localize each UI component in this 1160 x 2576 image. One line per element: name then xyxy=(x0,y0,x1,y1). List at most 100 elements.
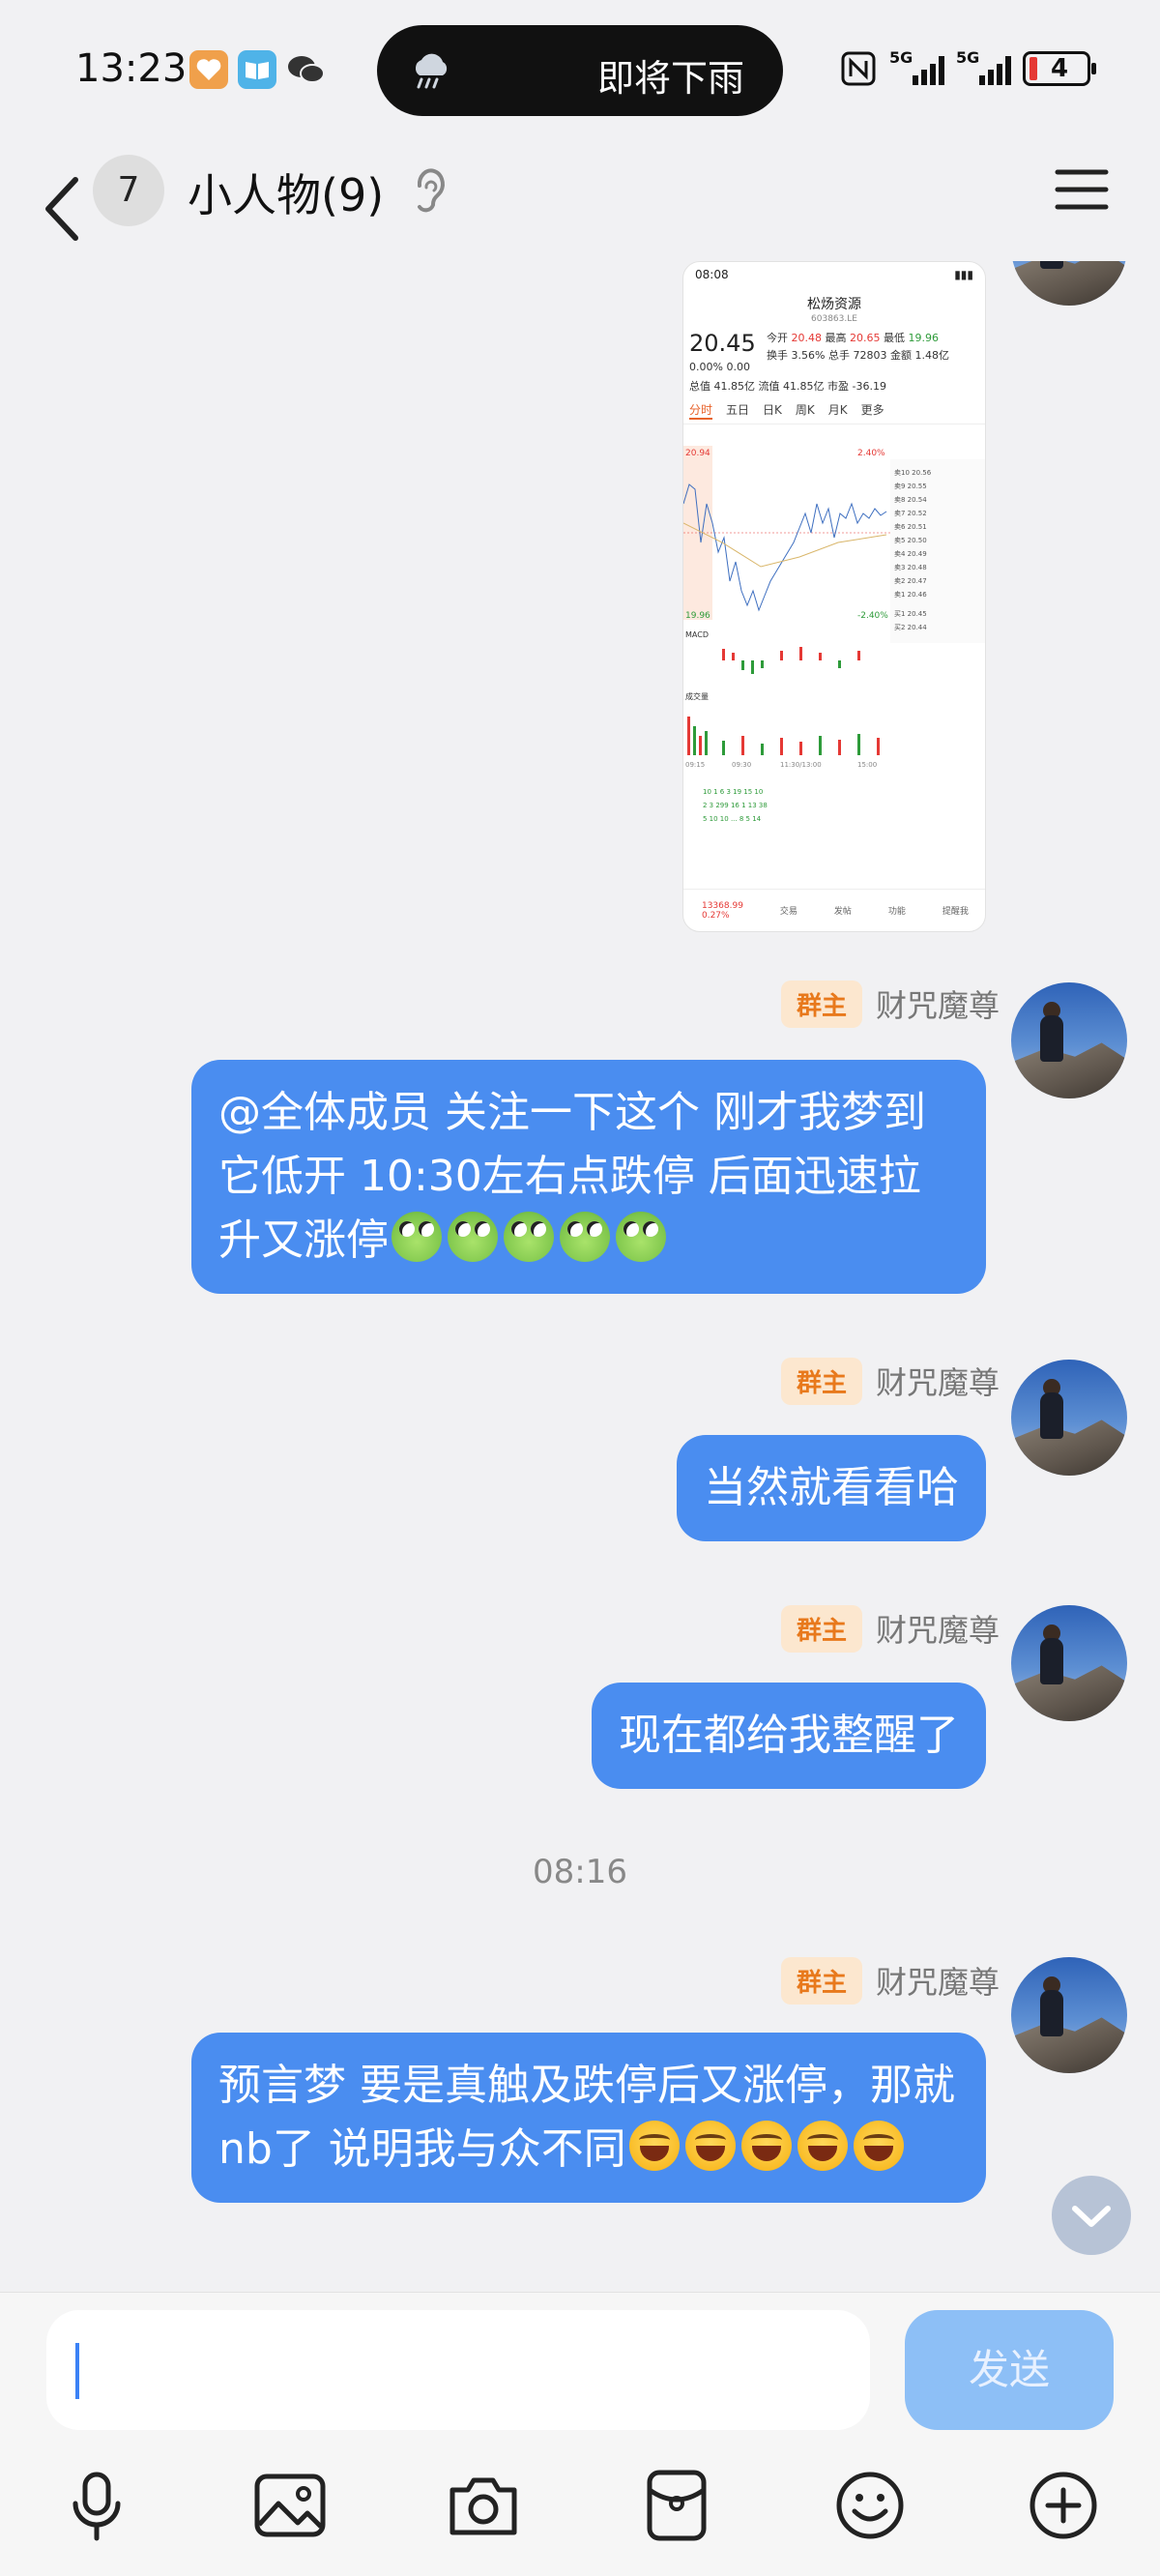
svg-text:卖10 20.56: 卖10 20.56 xyxy=(894,469,932,477)
stock-screenshot-image[interactable]: 08:08 ▮▮▮ 松炀资源 603863.LE 20.45 今开 20.48 … xyxy=(682,261,986,932)
sender-row: 群主 财咒魔尊 xyxy=(780,980,1000,1028)
chart-volume-label: 成交量 xyxy=(685,691,709,701)
svg-text:卖3 20.48: 卖3 20.48 xyxy=(894,564,927,571)
chart-tab: 更多 xyxy=(860,403,884,417)
chart-time-1: 09:30 xyxy=(732,761,751,769)
stock-name: 松炀资源 xyxy=(807,297,861,312)
message-bubble[interactable]: @全体成员 关注一下这个 刚才我梦到它低开 10:30左右点跌停 后面迅速拉升又… xyxy=(191,1060,986,1294)
role-badge: 群主 xyxy=(780,1357,862,1405)
svg-text:卖8 20.54: 卖8 20.54 xyxy=(894,496,927,504)
status-right: 5G 5G 4 xyxy=(839,46,1096,91)
input-bar: 发送 xyxy=(0,2292,1160,2576)
sender-name[interactable]: 财咒魔尊 xyxy=(876,1958,1000,2003)
chart-low-label: 19.96 xyxy=(685,611,710,621)
grin-emoji-icon xyxy=(626,2121,907,2174)
chat-header: 7 小人物(9) xyxy=(0,145,1160,271)
ear-icon[interactable] xyxy=(410,166,449,219)
message-bubble[interactable]: 当然就看看哈 xyxy=(677,1435,986,1541)
sender-row: 群主 财咒魔尊 xyxy=(780,1956,1000,2005)
dynamic-island: 即将下雨 xyxy=(377,25,783,116)
rain-cloud-icon xyxy=(415,53,448,89)
stock-quote: 20.45 今开 20.48 最高 20.65 最低 19.96 0.00% 0… xyxy=(683,328,985,397)
screenshot-time: 08:08 xyxy=(695,268,729,281)
svg-text:5 10 10 ... 8 5 14: 5 10 10 ... 8 5 14 xyxy=(703,815,762,823)
scroll-to-bottom-button[interactable] xyxy=(1052,2176,1131,2255)
sender-name[interactable]: 财咒魔尊 xyxy=(876,1359,1000,1403)
wechat-icon xyxy=(286,50,325,89)
frog-emoji-icon xyxy=(389,1212,669,1265)
svg-text:10 1 6 3 19 15 10: 10 1 6 3 19 15 10 xyxy=(703,788,763,796)
avatar[interactable] xyxy=(1011,1360,1127,1476)
back-button[interactable] xyxy=(39,170,87,248)
role-badge: 群主 xyxy=(780,980,862,1028)
chart-tab: 周K xyxy=(795,403,815,417)
avatar[interactable] xyxy=(1011,1605,1127,1721)
sender-name[interactable]: 财咒魔尊 xyxy=(876,981,1000,1026)
message-bubble[interactable]: 预言梦 要是真触及跌停后又涨停，那就nb了 说明我与众不同 xyxy=(191,2033,986,2203)
stock-price: 20.45 xyxy=(689,330,756,357)
plus-icon[interactable] xyxy=(1023,2465,1104,2546)
quote-cap: 总值 41.85亿 流值 41.85亿 市盈 -36.19 xyxy=(689,380,886,393)
svg-text:买1 20.45: 买1 20.45 xyxy=(894,610,927,618)
signal-label-1: 5G xyxy=(889,48,914,67)
camera-icon[interactable] xyxy=(443,2465,524,2546)
signal-label-2: 5G xyxy=(956,48,980,67)
chart-tabs: 分时 五日 日K 周K 月K 更多 xyxy=(683,397,985,424)
avatar[interactable] xyxy=(1011,1957,1127,2073)
svg-text:卖9 20.55: 卖9 20.55 xyxy=(894,483,927,490)
bottom-tab: 发帖 xyxy=(833,907,852,917)
battery-icon: 4 xyxy=(1023,51,1096,86)
message-text: 现在都给我整醒了 xyxy=(619,1711,959,1760)
signal-icon: 5G xyxy=(889,48,944,85)
screenshot-signal: ▮▮▮ xyxy=(954,268,973,281)
macd-bars xyxy=(722,647,860,674)
svg-text:卖7 20.52: 卖7 20.52 xyxy=(894,510,927,517)
heart-app-icon xyxy=(189,50,228,89)
svg-text:卖1 20.46: 卖1 20.46 xyxy=(894,591,927,599)
nfc-icon xyxy=(841,51,876,86)
svg-text:卖4 20.49: 卖4 20.49 xyxy=(894,550,927,558)
red-packet-icon[interactable] xyxy=(636,2465,717,2546)
book-app-icon xyxy=(238,50,276,89)
chart-high-label: 20.94 xyxy=(685,449,710,458)
chevron-down-icon xyxy=(1072,2206,1111,2227)
chart-tab: 日K xyxy=(763,403,782,417)
svg-text:卖2 20.47: 卖2 20.47 xyxy=(894,577,927,585)
text-caret xyxy=(75,2343,79,2399)
image-icon[interactable] xyxy=(249,2465,331,2546)
battery-level: 4 xyxy=(1051,54,1069,83)
signal-icon-2: 5G xyxy=(956,48,1011,85)
chart-time-2: 11:30/13:00 xyxy=(780,761,822,769)
chat-title[interactable]: 小人物(9) xyxy=(188,161,384,224)
role-badge: 群主 xyxy=(780,1956,862,2005)
avatar[interactable] xyxy=(1011,982,1127,1098)
status-time: 13:23 xyxy=(75,46,188,91)
chart-tab: 五日 xyxy=(726,403,750,417)
send-button[interactable]: 发送 xyxy=(905,2310,1114,2430)
chart-tab: 月K xyxy=(827,403,848,417)
message-text: 当然就看看哈 xyxy=(704,1463,959,1512)
quote-change: 0.00% 0.00 xyxy=(689,361,750,373)
role-badge: 群主 xyxy=(780,1604,862,1653)
index-value: 13368.99 0.27% xyxy=(701,900,743,921)
stock-title: 松炀资源 603863.LE xyxy=(683,295,985,328)
bottom-tab: 提醒我 xyxy=(942,907,969,917)
emoji-icon[interactable] xyxy=(829,2465,911,2546)
svg-text:卖6 20.51: 卖6 20.51 xyxy=(894,523,927,531)
sender-row: 群主 财咒魔尊 xyxy=(780,1357,1000,1405)
chart-time-3: 15:00 xyxy=(857,761,877,769)
status-bar: 13:23 即将下雨 5G 5G 4 xyxy=(0,0,1160,145)
sender-row: 群主 财咒魔尊 xyxy=(780,1604,1000,1653)
quote-open: 今开 20.48 最高 20.65 最低 19.96 xyxy=(767,332,939,344)
screenshot-status-bar: 08:08 ▮▮▮ xyxy=(683,262,985,295)
unread-count-badge[interactable]: 7 xyxy=(93,155,164,226)
microphone-icon[interactable] xyxy=(56,2465,137,2546)
sender-name[interactable]: 财咒魔尊 xyxy=(876,1606,1000,1651)
menu-icon[interactable] xyxy=(1054,164,1110,215)
chart-pct-low: -2.40% xyxy=(857,611,888,621)
chart-tab: 分时 xyxy=(689,401,713,420)
intraday-chart: 20.94 19.96 2.40% -2.40% 卖10 20.56 卖9 20.… xyxy=(683,446,985,823)
message-input[interactable] xyxy=(46,2310,870,2430)
message-bubble[interactable]: 现在都给我整醒了 xyxy=(592,1683,986,1789)
chart-pct-high: 2.40% xyxy=(857,449,885,458)
